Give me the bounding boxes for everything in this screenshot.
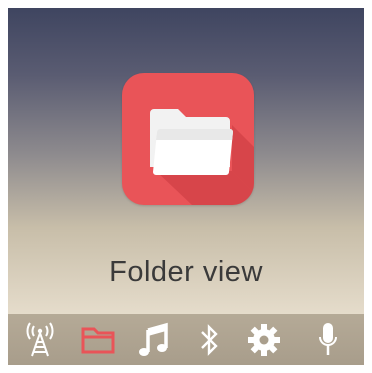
- antenna-icon: [26, 321, 54, 356]
- folder-view-app-tile[interactable]: [122, 73, 254, 205]
- dock-item-music[interactable]: [132, 314, 176, 365]
- device-screen: Folder view: [8, 8, 364, 365]
- microphone-icon: [319, 322, 337, 355]
- app-dock: [8, 314, 364, 365]
- dock-item-microphone[interactable]: [306, 314, 350, 365]
- dock-item-antenna[interactable]: [18, 314, 62, 365]
- bluetooth-icon: [201, 323, 218, 356]
- main-area: Folder view: [8, 8, 364, 314]
- music-note-icon: [139, 322, 168, 356]
- app-label: Folder view: [109, 256, 263, 288]
- folder-icon: [81, 327, 115, 353]
- dock-item-settings[interactable]: [242, 314, 286, 365]
- folder-icon: [150, 109, 254, 205]
- dock-item-folder[interactable]: [76, 314, 120, 365]
- gear-icon: [248, 323, 280, 356]
- dock-item-bluetooth[interactable]: [188, 314, 232, 365]
